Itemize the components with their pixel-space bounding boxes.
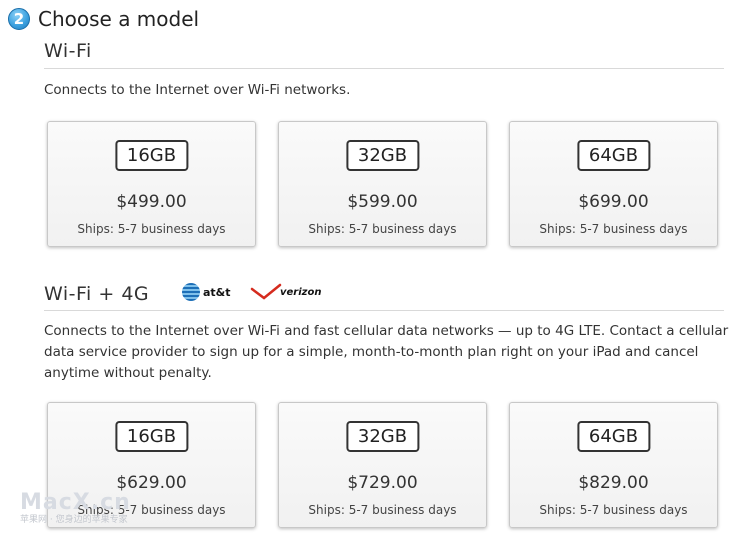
wifi-description: Connects to the Internet over Wi-Fi netw… bbox=[44, 82, 351, 98]
wifi-4g-section-title: Wi-Fi + 4G bbox=[44, 283, 150, 305]
wifi-4g-description: Connects to the Internet over Wi-Fi and … bbox=[44, 323, 729, 381]
ships-info: Ships: 5-7 business days bbox=[308, 222, 457, 236]
capacity-label: 32GB bbox=[345, 140, 420, 171]
verizon-logo: verizon bbox=[250, 283, 322, 303]
verizon-logo-text: verizon bbox=[280, 287, 322, 298]
wifi-32gb-option[interactable]: 32GB $599.00 Ships: 5-7 business days bbox=[278, 121, 487, 247]
capacity-label: 32GB bbox=[345, 421, 420, 452]
ships-info: Ships: 5-7 business days bbox=[539, 503, 688, 517]
price: $499.00 bbox=[116, 192, 187, 212]
capacity-label: 16GB bbox=[114, 140, 189, 171]
ships-info: Ships: 5-7 business days bbox=[539, 222, 688, 236]
capacity-label: 64GB bbox=[576, 140, 651, 171]
step-title: Choose a model bbox=[38, 7, 200, 31]
page: 2 Choose a model Wi-Fi Connects to the I… bbox=[0, 0, 739, 543]
price: $599.00 bbox=[347, 192, 418, 212]
att-logo: at&t bbox=[182, 283, 231, 301]
wifi-4g-divider bbox=[44, 310, 724, 311]
step-header: 2 Choose a model bbox=[8, 5, 199, 33]
capacity-label: 16GB bbox=[114, 421, 189, 452]
ships-info: Ships: 5-7 business days bbox=[308, 503, 457, 517]
ships-info: Ships: 5-7 business days bbox=[77, 222, 226, 236]
wifi-divider bbox=[44, 68, 724, 69]
price: $829.00 bbox=[578, 473, 649, 493]
wifi-4g-32gb-option[interactable]: 32GB $729.00 Ships: 5-7 business days bbox=[278, 402, 487, 528]
wifi-4g-64gb-option[interactable]: 64GB $829.00 Ships: 5-7 business days bbox=[509, 402, 718, 528]
att-logo-text: at&t bbox=[203, 285, 231, 299]
watermark: MacX.cn 苹果网 · 您身边的苹果专家 bbox=[20, 490, 131, 525]
wifi-section-title: Wi-Fi bbox=[44, 40, 92, 62]
att-globe-icon bbox=[182, 283, 200, 301]
capacity-label: 64GB bbox=[576, 421, 651, 452]
price: $699.00 bbox=[578, 192, 649, 212]
price: $729.00 bbox=[347, 473, 418, 493]
wifi-16gb-option[interactable]: 16GB $499.00 Ships: 5-7 business days bbox=[47, 121, 256, 247]
watermark-sub: 苹果网 · 您身边的苹果专家 bbox=[20, 515, 128, 525]
wifi-64gb-option[interactable]: 64GB $699.00 Ships: 5-7 business days bbox=[509, 121, 718, 247]
step-number-badge: 2 bbox=[8, 8, 30, 30]
